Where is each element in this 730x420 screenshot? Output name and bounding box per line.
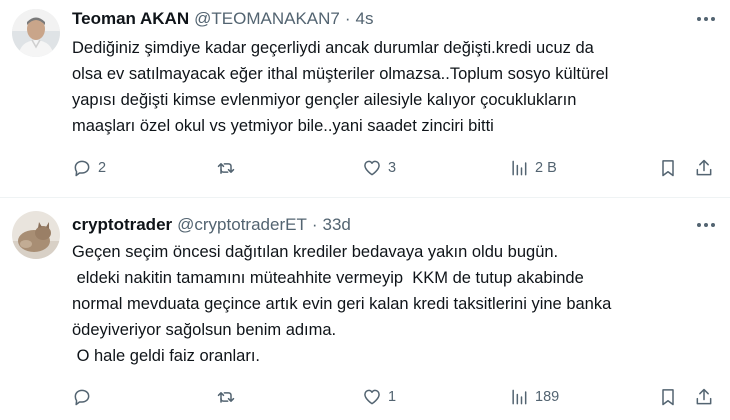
like-count: 3	[388, 160, 397, 176]
more-options-icon[interactable]	[694, 213, 718, 237]
heart-icon	[364, 160, 380, 176]
retweet-icon	[217, 163, 235, 174]
tweet-text: Geçen seçim öncesi dağıtılan krediler be…	[72, 239, 710, 369]
view-count: 189	[535, 389, 560, 405]
user-handle[interactable]: @TEOMANAKAN7	[194, 9, 340, 29]
avatar[interactable]	[12, 9, 60, 57]
retweet-button[interactable]	[216, 385, 242, 409]
tweet[interactable]: Teoman AKAN @TEOMANAKAN7 · 4s Dediğiniz …	[0, 0, 730, 198]
bookmark-icon	[662, 160, 674, 177]
separator-dot: ·	[311, 215, 318, 234]
display-name[interactable]: Teoman AKAN	[72, 9, 189, 29]
share-button[interactable]	[694, 385, 714, 409]
avatar-image	[12, 211, 60, 259]
timestamp[interactable]: 4s	[356, 9, 374, 29]
tweet-header: Teoman AKAN @TEOMANAKAN7 · 4s	[72, 7, 690, 31]
retweet-icon	[217, 392, 235, 403]
share-icon	[696, 388, 712, 405]
tweet-text: Dediğiniz şimdiye kadar geçerliydi ancak…	[72, 35, 710, 139]
like-button[interactable]: 3	[362, 156, 396, 180]
tweet-actions: 2 3 2 B	[72, 156, 722, 180]
reply-button[interactable]	[72, 385, 98, 409]
view-count: 2 B	[535, 160, 557, 176]
reply-button[interactable]: 2	[72, 156, 106, 180]
display-name[interactable]: cryptotrader	[72, 215, 172, 235]
reply-count: 2	[98, 160, 107, 176]
bar-chart-icon	[512, 389, 527, 405]
reply-icon	[74, 389, 90, 406]
tweet-actions: 1 189	[72, 385, 722, 409]
tweet-text-line: yapısı değişti kimse evlenmiyor gençler …	[72, 91, 577, 109]
more-options-icon[interactable]	[694, 7, 718, 31]
bookmark-button[interactable]	[658, 385, 678, 409]
views-button[interactable]: 189	[509, 385, 559, 409]
views-button[interactable]: 2 B	[509, 156, 557, 180]
retweet-button[interactable]	[216, 156, 242, 180]
avatar-image	[12, 9, 60, 57]
tweet-text-line: O hale geldi faiz oranları.	[72, 347, 261, 365]
bar-chart-icon	[512, 160, 527, 176]
heart-icon	[364, 389, 380, 405]
reply-icon	[74, 160, 90, 177]
tweet-text-line: eldeki nakitin tamamını müteahhite verme…	[72, 269, 584, 287]
user-handle[interactable]: @cryptotraderET	[177, 215, 307, 235]
tweet-text-line: ödeyiveriyor sağolsun benim adıma.	[72, 321, 337, 339]
like-button[interactable]: 1	[362, 385, 396, 409]
tweet-feed: Teoman AKAN @TEOMANAKAN7 · 4s Dediğiniz …	[0, 0, 730, 420]
avatar[interactable]	[12, 211, 60, 259]
tweet-text-line: maaşları özel okul vs yetmiyor bile..yan…	[72, 117, 494, 135]
tweet-text-line: normal mevduata geçince artık evin geri …	[72, 295, 612, 313]
share-button[interactable]	[694, 156, 714, 180]
like-count: 1	[388, 389, 397, 405]
bookmark-button[interactable]	[658, 156, 678, 180]
separator-dot: ·	[344, 9, 351, 28]
tweet-text-line: Geçen seçim öncesi dağıtılan krediler be…	[72, 243, 559, 261]
tweet-text-line: Dediğiniz şimdiye kadar geçerliydi ancak…	[72, 39, 594, 57]
tweet-text-line: olsa ev satılmayacak eğer ithal müşteril…	[72, 65, 609, 83]
bookmark-icon	[662, 389, 674, 406]
share-icon	[696, 159, 712, 176]
tweet-header: cryptotrader @cryptotraderET · 33d	[72, 213, 690, 237]
tweet[interactable]: cryptotrader @cryptotraderET · 33d Geçen…	[0, 199, 730, 420]
timestamp[interactable]: 33d	[323, 215, 351, 235]
